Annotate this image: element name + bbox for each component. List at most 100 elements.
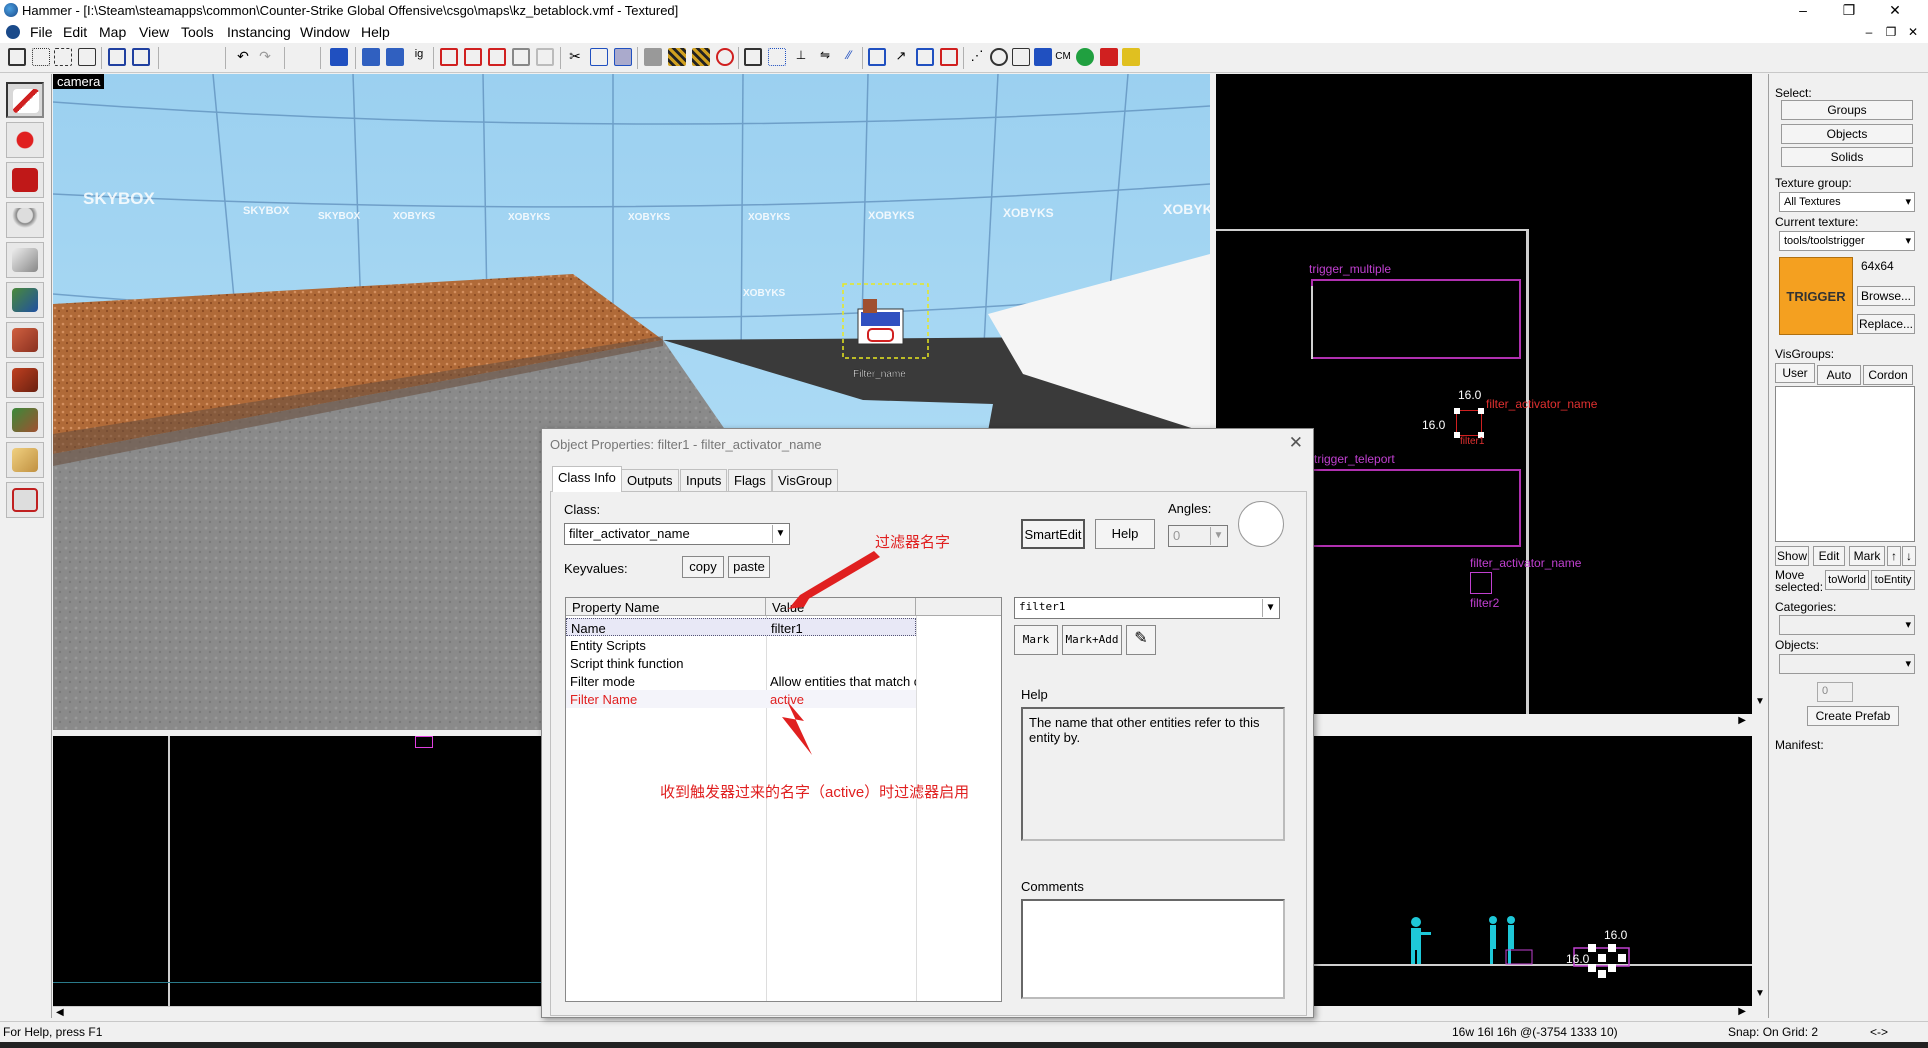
visgroups-tab-user[interactable]: User: [1775, 363, 1815, 383]
eyedropper-button[interactable]: ✎: [1126, 625, 1156, 655]
mdi-restore-button[interactable]: ❐: [1882, 25, 1900, 39]
tab-outputs[interactable]: Outputs: [621, 469, 679, 491]
create-prefab-button[interactable]: Create Prefab: [1807, 706, 1899, 726]
paste-button[interactable]: paste: [728, 556, 770, 578]
edit-button[interactable]: Edit: [1813, 546, 1845, 566]
selection-box-icon[interactable]: [744, 48, 762, 66]
entity-tool[interactable]: [6, 202, 44, 238]
categories-select[interactable]: [1779, 615, 1915, 635]
column-header-value[interactable]: Value: [766, 598, 916, 616]
wireframe-icon[interactable]: [1012, 48, 1030, 66]
maximize-button[interactable]: ❐: [1826, 0, 1872, 21]
help-button[interactable]: Help: [1095, 519, 1155, 549]
browse-button[interactable]: Browse...: [1857, 286, 1915, 306]
cut-icon[interactable]: ✂: [566, 48, 584, 66]
visgroups-list[interactable]: [1775, 386, 1915, 542]
column-header-property[interactable]: Property Name: [566, 598, 766, 616]
table-row[interactable]: Script think function: [566, 654, 916, 672]
table-row[interactable]: Entity Scripts: [566, 636, 916, 654]
selection-dotted-icon[interactable]: [768, 48, 786, 66]
ungroup-icon[interactable]: [132, 48, 150, 66]
comments-textarea[interactable]: [1021, 899, 1285, 999]
carve-icon[interactable]: [330, 48, 348, 66]
minimize-button[interactable]: –: [1780, 0, 1826, 21]
table-row[interactable]: Filter Name active: [566, 690, 916, 708]
document-icon[interactable]: [6, 25, 20, 39]
tab-inputs[interactable]: Inputs: [680, 469, 728, 491]
count-spinner[interactable]: 0: [1817, 682, 1853, 702]
show-button[interactable]: Show: [1775, 546, 1809, 566]
mdi-minimize-button[interactable]: –: [1860, 25, 1878, 39]
mark-entities-button[interactable]: Mark: [1014, 625, 1058, 655]
draw-icon[interactable]: [1100, 48, 1118, 66]
compile-icon[interactable]: [1122, 48, 1140, 66]
cube-red-3-icon[interactable]: [488, 48, 506, 66]
mark-add-button[interactable]: Mark+Add: [1062, 625, 1122, 655]
to-world-button[interactable]: toWorld: [1825, 570, 1869, 590]
block-tool[interactable]: [6, 242, 44, 278]
paste-icon[interactable]: [614, 48, 632, 66]
grid-toggle-icon[interactable]: [8, 48, 26, 66]
split-icon[interactable]: ⇋: [816, 48, 834, 66]
copy-icon[interactable]: [590, 48, 608, 66]
group-icon[interactable]: [108, 48, 126, 66]
grid-3d-icon[interactable]: [78, 48, 96, 66]
tab-class-info[interactable]: Class Info: [552, 466, 622, 492]
cm-icon[interactable]: CM: [1054, 48, 1072, 66]
menu-map[interactable]: Map: [99, 24, 126, 40]
redo-icon[interactable]: ↷: [256, 48, 274, 66]
hazard-2-icon[interactable]: [692, 48, 710, 66]
hazard-1-icon[interactable]: [668, 48, 686, 66]
select-groups-button[interactable]: Groups: [1781, 100, 1913, 120]
mark-button[interactable]: Mark: [1849, 546, 1885, 566]
move-up-button[interactable]: ↑: [1887, 546, 1901, 566]
magnify-tool[interactable]: [6, 122, 44, 158]
to-entity-button[interactable]: toEntity: [1871, 570, 1915, 590]
grid-small-icon[interactable]: [32, 48, 50, 66]
alignment-1-icon[interactable]: [868, 48, 886, 66]
selection-tool[interactable]: [6, 82, 44, 118]
side-view-vscroll[interactable]: ▼: [1752, 736, 1768, 1006]
visgroups-tab-auto[interactable]: Auto: [1817, 365, 1861, 385]
table-row[interactable]: Name filter1: [566, 618, 916, 636]
dialog-close-button[interactable]: ✕: [1289, 433, 1303, 453]
tab-visgroup[interactable]: VisGroup: [772, 469, 838, 491]
menu-help[interactable]: Help: [361, 24, 390, 40]
select-objects-button[interactable]: Objects: [1781, 124, 1913, 144]
class-select[interactable]: filter_activator_name ▼: [564, 523, 790, 545]
texture-lock-icon[interactable]: [644, 48, 662, 66]
grid-larger-icon[interactable]: [54, 48, 72, 66]
menu-edit[interactable]: Edit: [63, 24, 87, 40]
menu-view[interactable]: View: [139, 24, 169, 40]
top-view-vscroll[interactable]: ▼: [1752, 74, 1768, 714]
vertex-tool[interactable]: [6, 482, 44, 518]
replace-button[interactable]: Replace...: [1857, 314, 1915, 334]
tab-flags[interactable]: Flags: [728, 469, 772, 491]
value-select[interactable]: filter1 ▼: [1014, 597, 1280, 619]
menu-tools[interactable]: Tools: [181, 24, 214, 40]
sphere-icon[interactable]: [990, 48, 1008, 66]
toggle-ig-icon[interactable]: ig: [410, 48, 428, 66]
show-hidden-icon[interactable]: [386, 48, 404, 66]
textured-icon[interactable]: [1034, 48, 1052, 66]
alignment-2-icon[interactable]: ↗: [892, 48, 910, 66]
alignment-4-icon[interactable]: [940, 48, 958, 66]
cube-red-1-icon[interactable]: [440, 48, 458, 66]
texture-tool[interactable]: [6, 282, 44, 318]
handles-icon[interactable]: ⊥: [792, 48, 810, 66]
clip-tool[interactable]: [6, 442, 44, 478]
overlay-tool[interactable]: [6, 402, 44, 438]
angles-select[interactable]: 0 ▼: [1168, 525, 1228, 547]
texture-preview[interactable]: TRIGGER: [1779, 257, 1853, 335]
decal-tool[interactable]: [6, 362, 44, 398]
apply-texture-tool[interactable]: [6, 322, 44, 358]
select-solids-button[interactable]: Solids: [1781, 147, 1913, 167]
smooth-icon[interactable]: ⋰: [968, 48, 986, 66]
cube-grey-1-icon[interactable]: [512, 48, 530, 66]
angles-dial[interactable]: [1238, 501, 1284, 547]
green-ball-icon[interactable]: [1076, 48, 1094, 66]
table-row[interactable]: Filter mode Allow entities that match c: [566, 672, 916, 690]
objects-select[interactable]: [1779, 654, 1915, 674]
mdi-close-button[interactable]: ✕: [1904, 25, 1922, 39]
menu-instancing[interactable]: Instancing: [227, 24, 291, 40]
